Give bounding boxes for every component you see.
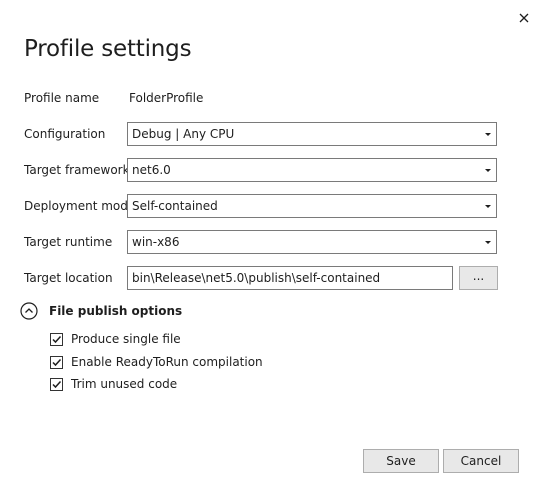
configuration-value: Debug | Any CPU bbox=[132, 127, 235, 141]
page-title: Profile settings bbox=[24, 36, 192, 62]
checkbox-label: Enable ReadyToRun compilation bbox=[71, 355, 263, 369]
checkbox-box[interactable] bbox=[50, 377, 63, 391]
profile-name-label: Profile name bbox=[24, 91, 100, 105]
target-framework-label: Target framework bbox=[24, 163, 130, 177]
target-runtime-dropdown[interactable]: win-x86 bbox=[127, 230, 497, 254]
deployment-mode-value: Self-contained bbox=[132, 199, 218, 213]
target-location-label: Target location bbox=[24, 271, 113, 285]
checkbox-box[interactable] bbox=[50, 332, 63, 346]
configuration-dropdown[interactable]: Debug | Any CPU bbox=[127, 122, 497, 146]
target-framework-dropdown[interactable]: net6.0 bbox=[127, 158, 497, 182]
configuration-label: Configuration bbox=[24, 127, 106, 141]
target-framework-value: net6.0 bbox=[132, 163, 171, 177]
target-runtime-value: win-x86 bbox=[132, 235, 180, 249]
close-icon bbox=[519, 13, 529, 23]
chevron-down-icon bbox=[485, 133, 491, 136]
deployment-mode-label: Deployment mode bbox=[24, 199, 136, 213]
enable-readytorun-checkbox[interactable]: Enable ReadyToRun compilation bbox=[50, 354, 263, 370]
trim-unused-code-checkbox[interactable]: Trim unused code bbox=[50, 376, 177, 392]
produce-single-file-checkbox[interactable]: Produce single file bbox=[50, 331, 181, 347]
browse-button[interactable]: ... bbox=[459, 266, 498, 290]
checkbox-label: Produce single file bbox=[71, 332, 181, 346]
close-button[interactable] bbox=[514, 8, 534, 28]
profile-settings-dialog: Profile settings Profile name FolderProf… bbox=[0, 0, 538, 487]
cancel-button[interactable]: Cancel bbox=[443, 449, 519, 473]
profile-name-value: FolderProfile bbox=[129, 91, 204, 105]
chevron-down-icon bbox=[485, 169, 491, 172]
target-location-input[interactable] bbox=[127, 266, 453, 290]
chevron-down-icon bbox=[485, 241, 491, 244]
checkmark-icon bbox=[52, 380, 62, 388]
deployment-mode-dropdown[interactable]: Self-contained bbox=[127, 194, 497, 218]
checkmark-icon bbox=[52, 335, 62, 343]
checkmark-icon bbox=[52, 358, 62, 366]
checkbox-label: Trim unused code bbox=[71, 377, 178, 391]
save-button[interactable]: Save bbox=[363, 449, 439, 473]
chevron-up-circle-icon bbox=[20, 302, 38, 320]
checkbox-box[interactable] bbox=[50, 355, 63, 369]
target-runtime-label: Target runtime bbox=[24, 235, 113, 249]
file-publish-options-title: File publish options bbox=[49, 304, 183, 318]
collapse-section-button[interactable] bbox=[20, 302, 38, 320]
chevron-down-icon bbox=[485, 205, 491, 208]
